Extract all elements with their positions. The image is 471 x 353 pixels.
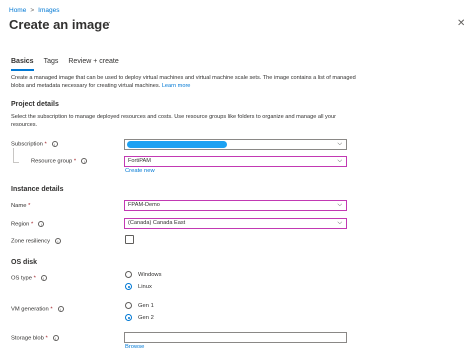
region-value: (Canada) Canada East (128, 220, 186, 226)
learn-more-link[interactable]: Learn more (162, 83, 191, 89)
storage-blob-input[interactable] (124, 332, 347, 343)
page-description: Create a managed image that can be used … (11, 74, 361, 90)
resource-group-select[interactable]: FortiPAM ⌵ (124, 156, 347, 167)
required-marker: * (44, 141, 47, 148)
close-icon[interactable]: ✕ (457, 18, 465, 29)
instance-details-heading: Instance details (11, 186, 64, 193)
subscription-select[interactable]: ⌵ (124, 139, 347, 150)
info-icon[interactable]: i (81, 158, 88, 164)
os-linux-radio[interactable] (125, 283, 132, 290)
os-linux-label: Linux (138, 284, 152, 290)
resource-group-label: Resource group * i (31, 158, 88, 165)
tree-connector (13, 148, 19, 163)
subscription-label: Subscription * i (11, 141, 58, 148)
breadcrumb-home[interactable]: Home (9, 7, 26, 14)
vm-generation-label: VM generation * i (11, 306, 64, 313)
name-label-text: Name (11, 203, 27, 209)
required-marker: * (73, 158, 77, 165)
more-options-icon[interactable]: ··· (99, 17, 112, 28)
chevron-down-icon: ⌵ (337, 202, 342, 208)
gen1-label: Gen 1 (138, 303, 154, 309)
name-value: FPAM-Demo (128, 202, 160, 208)
resource-group-label-text: Resource group (31, 158, 73, 165)
tab-tags[interactable]: Tags (44, 58, 59, 71)
required-marker: * (28, 203, 31, 209)
required-marker: * (50, 306, 53, 313)
tab-basics[interactable]: Basics (11, 58, 34, 71)
breadcrumb: Home > Images (9, 7, 59, 14)
project-details-heading: Project details (11, 101, 59, 108)
tab-bar: Basics Tags Review + create (11, 58, 119, 71)
required-marker: * (45, 335, 48, 342)
required-marker: * (31, 221, 34, 228)
os-type-label: OS type * i (11, 275, 47, 282)
os-type-label-text: OS type (11, 275, 32, 282)
zone-resiliency-label: Zone resiliency i (11, 238, 61, 245)
breadcrumb-separator: > (30, 7, 35, 14)
gen2-radio[interactable] (125, 314, 132, 321)
info-icon[interactable]: i (51, 141, 58, 147)
chevron-down-icon: ⌵ (337, 158, 342, 164)
info-icon[interactable]: i (55, 238, 61, 244)
subscription-label-text: Subscription (11, 141, 43, 148)
info-icon[interactable]: i (57, 306, 64, 312)
name-input[interactable]: FPAM-Demo ⌵ (124, 200, 347, 211)
os-windows-radio[interactable] (125, 271, 132, 278)
gen2-label: Gen 2 (138, 315, 154, 321)
chevron-down-icon: ⌵ (337, 220, 342, 226)
info-icon[interactable]: i (52, 335, 59, 341)
resource-group-value: FortiPAM (128, 158, 151, 164)
storage-blob-label: Storage blob * i (11, 335, 59, 342)
info-icon[interactable]: i (40, 275, 47, 281)
region-label: Region * i (11, 221, 45, 228)
page-title: Create an image (9, 17, 110, 32)
info-icon[interactable]: i (38, 221, 45, 227)
name-label: Name * (11, 203, 30, 209)
region-select[interactable]: (Canada) Canada East ⌵ (124, 218, 347, 229)
breadcrumb-images[interactable]: Images (38, 7, 59, 14)
redaction-mark (127, 141, 227, 148)
os-windows-label: Windows (138, 272, 162, 278)
os-disk-heading: OS disk (11, 259, 38, 266)
storage-blob-label-text: Storage blob (11, 335, 44, 342)
zone-resiliency-checkbox[interactable] (125, 235, 134, 244)
tab-review-create[interactable]: Review + create (68, 58, 118, 71)
region-label-text: Region (11, 221, 30, 228)
gen1-radio[interactable] (125, 302, 132, 309)
zone-resiliency-label-text: Zone resiliency (11, 238, 50, 245)
browse-link[interactable]: Browse (125, 344, 144, 350)
create-new-link[interactable]: Create new (125, 168, 155, 174)
vm-generation-label-text: VM generation (11, 306, 49, 313)
required-marker: * (33, 275, 36, 282)
project-details-text: Select the subscription to manage deploy… (11, 114, 336, 128)
chevron-down-icon: ⌵ (337, 141, 342, 147)
